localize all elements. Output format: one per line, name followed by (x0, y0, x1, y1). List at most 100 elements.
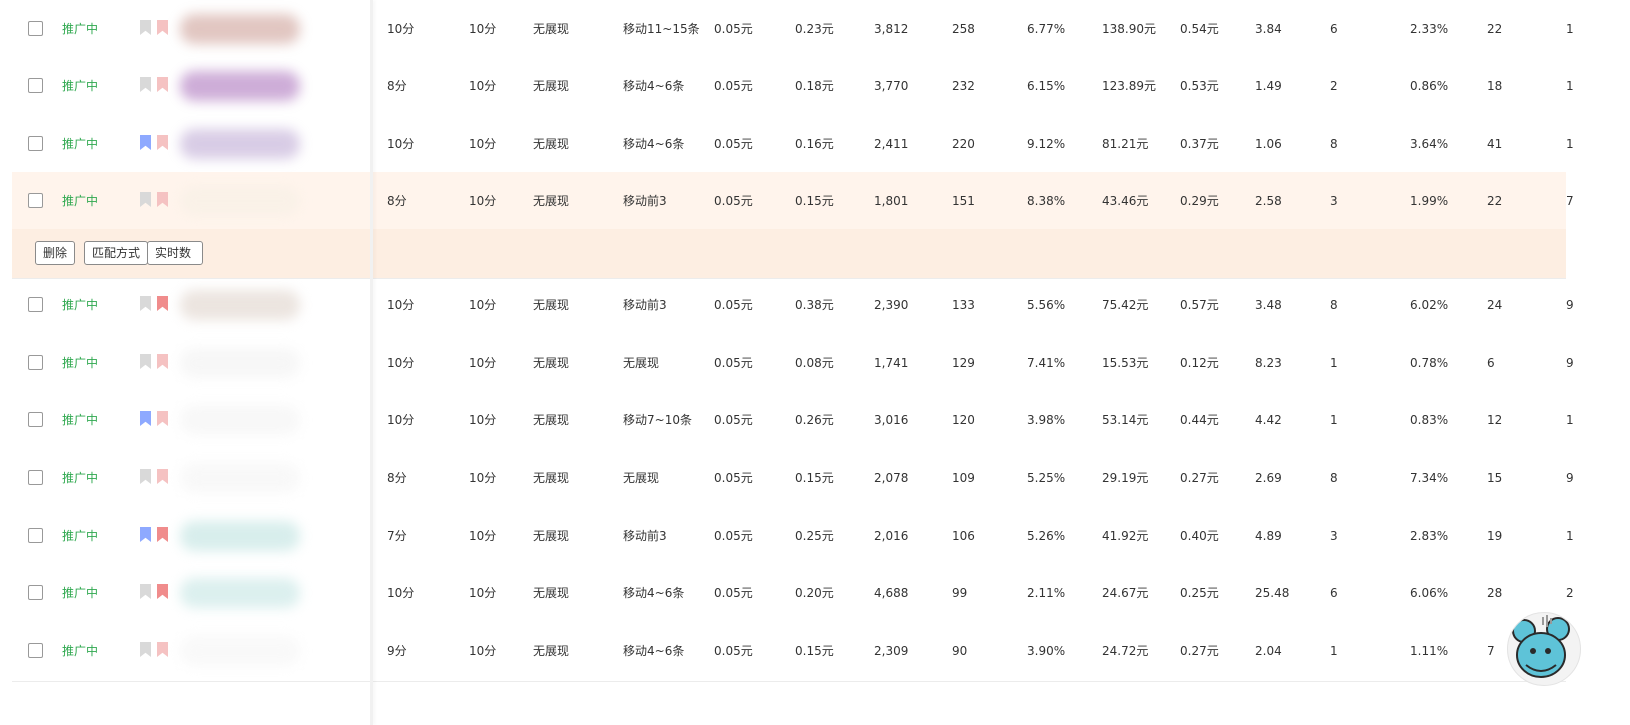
cell-c16: 1 (1566, 137, 1574, 151)
cell-c3: 无展现 (533, 413, 570, 427)
cell-c13: 3 (1330, 194, 1338, 208)
cell-c9: 3.98% (1027, 413, 1066, 427)
flag-icon[interactable] (157, 469, 168, 484)
flag-icon[interactable] (157, 354, 168, 369)
status-label: 推广中 (62, 471, 99, 485)
cell-c13: 3 (1330, 529, 1338, 543)
table-row: 推广中 10分 10分 无展现 移动4~6条 0.05元 0.20元 4,688 99 2.11%… (12, 564, 1630, 624)
cell-c15: 6 (1487, 356, 1495, 370)
cell-c16: 1 (1566, 413, 1574, 427)
cell-c1: 10分 (387, 356, 415, 370)
row-checkbox[interactable] (28, 136, 43, 151)
cell-c11: 0.54元 (1180, 22, 1219, 36)
cell-c8: 258 (952, 22, 975, 36)
cell-c1: 10分 (387, 137, 415, 151)
cell-c10: 138.90元 (1102, 22, 1156, 36)
flag-icon[interactable] (157, 77, 168, 92)
bookmark-icon[interactable] (140, 192, 151, 207)
bookmark-icon[interactable] (140, 642, 151, 657)
cell-c11: 0.12元 (1180, 356, 1219, 370)
cell-c13: 1 (1330, 356, 1338, 370)
cell-c9: 6.77% (1027, 22, 1066, 36)
bookmark-icon[interactable] (140, 296, 151, 311)
cell-c3: 无展现 (533, 586, 570, 600)
row-checkbox[interactable] (28, 528, 43, 543)
cell-c10: 29.19元 (1102, 471, 1149, 485)
cell-c16: 1 (1566, 22, 1574, 36)
cell-c2: 10分 (469, 137, 497, 151)
bookmark-icon[interactable] (140, 584, 151, 599)
flag-icon[interactable] (157, 642, 168, 657)
row-checkbox[interactable] (28, 643, 43, 658)
cell-c9: 5.56% (1027, 298, 1066, 312)
cell-c10: 75.42元 (1102, 298, 1149, 312)
cell-c14: 2.33% (1410, 22, 1449, 36)
row-checkbox[interactable] (28, 470, 43, 485)
status-label: 推广中 (62, 586, 99, 600)
cell-c12: 1.06 (1255, 137, 1282, 151)
flag-icon[interactable] (157, 296, 168, 311)
cell-c13: 1 (1330, 644, 1338, 658)
cell-c3: 无展现 (533, 644, 570, 658)
cell-c12: 4.42 (1255, 413, 1282, 427)
cell-c11: 0.25元 (1180, 586, 1219, 600)
realtime-data-button[interactable]: 实时数据 (147, 241, 203, 265)
row-checkbox[interactable] (28, 21, 43, 36)
match-type-button[interactable]: 匹配方式 (84, 241, 149, 265)
cell-c4: 移动4~6条 (623, 137, 685, 151)
bookmark-icon[interactable] (140, 20, 151, 35)
cell-c16: 1 (1566, 529, 1574, 543)
cell-c4: 移动7~10条 (623, 413, 692, 427)
assistant-mascot-icon[interactable] (1507, 612, 1581, 686)
flag-icon[interactable] (157, 411, 168, 426)
cell-c7: 1,801 (874, 194, 909, 208)
delete-button[interactable]: 删除 (35, 241, 76, 265)
cell-c13: 6 (1330, 586, 1338, 600)
cell-c15: 19 (1487, 529, 1503, 543)
cell-c11: 0.53元 (1180, 79, 1219, 93)
bookmark-icon[interactable] (140, 354, 151, 369)
cell-c1: 7分 (387, 529, 407, 543)
flag-icon[interactable] (157, 192, 168, 207)
flag-icon[interactable] (157, 527, 168, 542)
cell-c3: 无展现 (533, 529, 570, 543)
cell-c13: 8 (1330, 471, 1338, 485)
bookmark-icon[interactable] (140, 135, 151, 150)
bookmark-icon[interactable] (140, 469, 151, 484)
row-checkbox[interactable] (28, 297, 43, 312)
cell-c7: 2,390 (874, 298, 909, 312)
row-checkbox[interactable] (28, 412, 43, 427)
cell-c9: 8.38% (1027, 194, 1066, 208)
cell-c11: 0.27元 (1180, 471, 1219, 485)
flag-icon[interactable] (157, 584, 168, 599)
cell-c1: 10分 (387, 22, 415, 36)
cell-c5: 0.05元 (714, 356, 753, 370)
cell-c9: 5.26% (1027, 529, 1066, 543)
cell-c6: 0.38元 (795, 298, 834, 312)
cell-c5: 0.05元 (714, 22, 753, 36)
cell-c4: 移动前3 (623, 529, 667, 543)
keyword-table: 推广中 10分 10分 无展现 移动11~15条 0.05元 0.23元 3,812 258 6.… (12, 0, 1630, 725)
cell-c8: 90 (952, 644, 968, 658)
keyword-name-redacted (180, 186, 300, 216)
cell-c15: 18 (1487, 79, 1503, 93)
status-label: 推广中 (62, 356, 99, 370)
cell-c3: 无展现 (533, 298, 570, 312)
row-checkbox[interactable] (28, 585, 43, 600)
flag-icon[interactable] (157, 20, 168, 35)
status-label: 推广中 (62, 194, 99, 208)
row-checkbox[interactable] (28, 355, 43, 370)
cell-c2: 10分 (469, 586, 497, 600)
bookmark-icon[interactable] (140, 411, 151, 426)
keyword-name-redacted (180, 71, 300, 101)
cell-c8: 106 (952, 529, 975, 543)
cell-c9: 7.41% (1027, 356, 1066, 370)
cell-c10: 43.46元 (1102, 194, 1149, 208)
bookmark-icon[interactable] (140, 77, 151, 92)
cell-c15: 22 (1487, 22, 1503, 36)
row-checkbox[interactable] (28, 78, 43, 93)
bookmark-icon[interactable] (140, 527, 151, 542)
flag-icon[interactable] (157, 135, 168, 150)
cell-c1: 8分 (387, 471, 407, 485)
row-checkbox[interactable] (28, 193, 43, 208)
